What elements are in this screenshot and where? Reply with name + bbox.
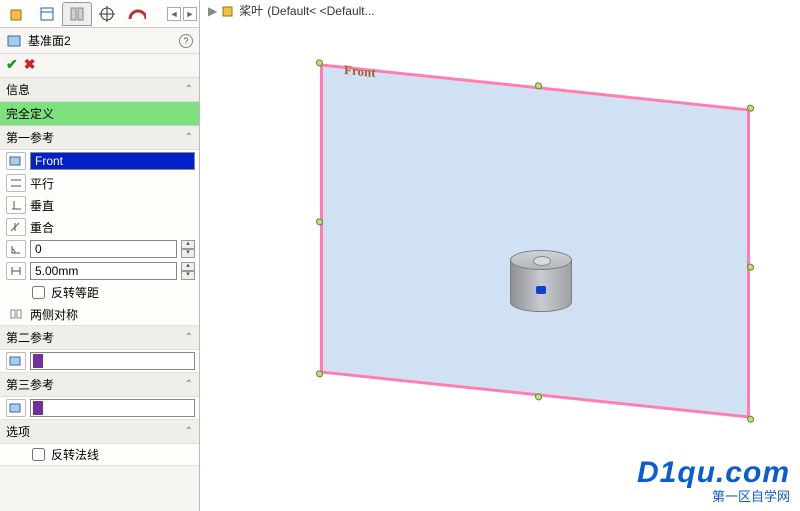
plane-handle[interactable] — [535, 82, 542, 90]
tab-config[interactable] — [62, 2, 92, 26]
confirm-bar: ✔ ✖ — [0, 54, 199, 78]
angle-icon[interactable] — [6, 240, 26, 258]
cube-icon — [8, 5, 26, 23]
chevron-up-icon: ⌃ — [185, 379, 193, 390]
window-icon — [38, 5, 56, 23]
section-options[interactable]: 选项 ⌃ — [0, 420, 199, 444]
section-info-label: 信息 — [6, 81, 30, 98]
status-text: 完全定义 — [6, 107, 54, 121]
breadcrumb[interactable]: ▶ 桨叶 (Default< <Default... — [208, 2, 375, 19]
distance-value: 5.00mm — [35, 264, 78, 278]
ref2-face-field[interactable] — [30, 352, 195, 370]
face-select-icon[interactable] — [6, 352, 26, 370]
chevron-up-icon: ⌃ — [185, 426, 193, 437]
plane-handle[interactable] — [316, 59, 323, 67]
coincident-icon[interactable] — [6, 218, 26, 236]
flip-normal-label: 反转法线 — [51, 446, 99, 463]
graphics-viewport[interactable]: ▶ 桨叶 (Default< <Default... Front D1qu.co… — [200, 0, 800, 511]
gauge-icon — [128, 7, 146, 21]
ref1-face-value: Front — [35, 154, 63, 168]
chevron-up-icon: ⌃ — [185, 84, 193, 95]
help-button[interactable]: ? — [179, 34, 193, 48]
ok-button[interactable]: ✔ — [6, 56, 18, 73]
breadcrumb-arrow-icon: ▶ — [208, 4, 217, 18]
section-ref1[interactable]: 第一参考 ⌃ — [0, 126, 199, 150]
distance-field[interactable]: 5.00mm — [30, 262, 177, 280]
parallel-icon[interactable] — [6, 174, 26, 192]
split-icon — [68, 5, 86, 23]
angle-spinner[interactable]: ▴▾ — [181, 240, 195, 258]
tab-property[interactable] — [32, 2, 62, 26]
plane-handle[interactable] — [747, 263, 754, 271]
breadcrumb-config: (Default< <Default... — [267, 4, 374, 18]
origin-marker — [536, 286, 546, 294]
cylinder-top-face — [510, 250, 572, 270]
tab-appearance[interactable] — [122, 2, 152, 26]
ref1-group: Front 平行 垂直 重合 0 ▴▾ 5.00mm ▴▾ — [0, 150, 199, 326]
plane-icon — [6, 33, 22, 49]
cancel-button[interactable]: ✖ — [24, 56, 36, 73]
perpendicular-icon[interactable] — [6, 196, 26, 214]
panel-prev-button[interactable]: ◄ — [167, 7, 181, 21]
tab-features[interactable] — [2, 2, 32, 26]
section-info[interactable]: 信息 ⌃ — [0, 78, 199, 102]
angle-value: 0 — [35, 242, 42, 256]
plane-label: Front — [344, 62, 376, 81]
flip-offset-checkbox[interactable] — [32, 286, 45, 299]
mirror-label: 两侧对称 — [30, 306, 78, 323]
plane-handle[interactable] — [747, 104, 754, 112]
distance-icon[interactable] — [6, 262, 26, 280]
tab-target[interactable] — [92, 2, 122, 26]
plane-handle[interactable] — [747, 415, 754, 423]
feature-name: 基准面2 — [28, 32, 71, 49]
plane-handle[interactable] — [535, 393, 542, 401]
section-ref2-label: 第二参考 — [6, 329, 54, 346]
section-ref3[interactable]: 第三参考 ⌃ — [0, 373, 199, 397]
face-select-icon[interactable] — [6, 152, 26, 170]
breadcrumb-part: 桨叶 — [239, 2, 263, 19]
watermark: D1qu.com 第一区自学网 — [637, 456, 790, 505]
panel-next-button[interactable]: ► — [183, 7, 197, 21]
mirror-icon — [6, 305, 26, 323]
ref1-face-field[interactable]: Front — [30, 152, 195, 170]
section-ref1-label: 第一参考 — [6, 129, 54, 146]
plane-handle[interactable] — [316, 370, 323, 378]
plane-handle[interactable] — [316, 218, 323, 226]
chevron-up-icon: ⌃ — [185, 332, 193, 343]
status-fully-defined: 完全定义 — [0, 102, 199, 126]
plane-border — [320, 63, 750, 418]
section-ref2[interactable]: 第二参考 ⌃ — [0, 326, 199, 350]
panel-tabstrip: ◄ ► — [0, 0, 199, 28]
flip-offset-label: 反转等距 — [51, 284, 99, 301]
section-ref3-label: 第三参考 — [6, 376, 54, 393]
feature-header: 基准面2 ? — [0, 28, 199, 54]
ref1-parallel-label: 平行 — [30, 175, 54, 192]
section-options-label: 选项 — [6, 423, 30, 440]
ref1-coinc-label: 重合 — [30, 219, 54, 236]
distance-spinner[interactable]: ▴▾ — [181, 262, 195, 280]
angle-field[interactable]: 0 — [30, 240, 177, 258]
datum-plane[interactable]: Front — [320, 63, 750, 418]
cylinder-part[interactable] — [510, 250, 572, 312]
ref1-perp-label: 垂直 — [30, 197, 54, 214]
watermark-domain: D1qu.com — [637, 456, 790, 490]
face-select-icon[interactable] — [6, 399, 26, 417]
flip-normal-checkbox[interactable] — [32, 448, 45, 461]
property-panel: ◄ ► 基准面2 ? ✔ ✖ 信息 ⌃ 完全定义 第一参考 ⌃ Front — [0, 0, 200, 511]
target-icon — [98, 5, 116, 23]
chevron-up-icon: ⌃ — [185, 132, 193, 143]
part-icon — [221, 4, 235, 18]
ref3-face-field[interactable] — [30, 399, 195, 417]
